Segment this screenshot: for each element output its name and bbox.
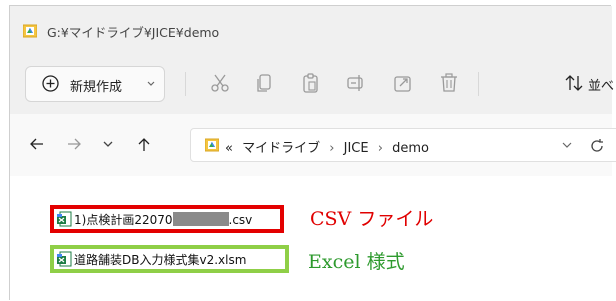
- list-item-csv-file[interactable]: 1)点検計画22070 .csv: [50, 205, 284, 233]
- forward-arrow-icon[interactable]: [66, 136, 82, 152]
- new-button-label: 新規作成: [70, 80, 123, 95]
- trash-icon[interactable]: [438, 72, 460, 94]
- new-button[interactable]: 新規作成: [25, 66, 165, 102]
- title-bar: G:¥マイドライブ¥JICE¥demo: [10, 6, 612, 56]
- sort-icon[interactable]: [563, 72, 585, 94]
- plus-circle-icon: [42, 75, 59, 92]
- refresh-icon[interactable]: [589, 138, 605, 154]
- command-bar: 新規作成 並べ: [10, 56, 614, 115]
- back-arrow-icon[interactable]: [29, 136, 45, 152]
- breadcrumb-overflow[interactable]: «: [225, 141, 233, 156]
- breadcrumb-separator: ›: [329, 141, 335, 156]
- drive-folder-icon: [205, 138, 219, 152]
- file-list: 1)点検計画22070 .csv CSV ファイル 道路舗装DB入力様式集v2.x…: [10, 176, 612, 301]
- up-arrow-icon[interactable]: [136, 136, 152, 152]
- toolbar-divider: [185, 72, 186, 96]
- paste-icon[interactable]: [300, 72, 322, 94]
- rename-icon[interactable]: [346, 72, 368, 94]
- spreadsheet-file-icon: [57, 211, 72, 227]
- file-name-suffix: .csv: [228, 213, 253, 227]
- toolbar-divider: [478, 72, 479, 96]
- cut-icon[interactable]: [209, 72, 231, 94]
- redaction-block: [172, 212, 229, 226]
- navigation-bar: « マイドライブ › JICE › demo: [10, 114, 616, 176]
- breadcrumb: « マイドライブ › JICE › demo: [225, 137, 434, 156]
- recent-locations-chevron-icon[interactable]: [100, 136, 116, 152]
- list-item-excel-file[interactable]: 道路舗装DB入力様式集v2.xlsm: [50, 245, 289, 273]
- breadcrumb-item[interactable]: JICE: [344, 141, 369, 156]
- breadcrumb-separator: ›: [377, 141, 383, 156]
- copy-icon[interactable]: [254, 72, 276, 94]
- excel-annotation-label: Excel 様式: [308, 251, 405, 273]
- sort-button-label[interactable]: 並べ: [588, 75, 614, 94]
- share-icon[interactable]: [392, 72, 414, 94]
- file-name: 1)点検計画22070 .csv: [74, 211, 252, 228]
- spreadsheet-file-icon: [57, 251, 72, 267]
- breadcrumb-item[interactable]: マイドライブ: [242, 141, 320, 156]
- window-title: G:¥マイドライブ¥JICE¥demo: [47, 25, 220, 40]
- address-bar[interactable]: « マイドライブ › JICE › demo: [190, 128, 616, 162]
- file-name-prefix: 1)点検計画22070: [74, 213, 173, 227]
- breadcrumb-item[interactable]: demo: [392, 141, 429, 156]
- chevron-down-icon: [147, 81, 155, 86]
- drive-folder-icon: [23, 24, 37, 38]
- address-dropdown-icon[interactable]: [561, 140, 573, 150]
- file-explorer-window: G:¥マイドライブ¥JICE¥demo 新規作成 並べ « マイドライブ › J…: [9, 5, 616, 301]
- csv-annotation-label: CSV ファイル: [310, 208, 434, 230]
- file-name: 道路舗装DB入力様式集v2.xlsm: [74, 253, 247, 267]
